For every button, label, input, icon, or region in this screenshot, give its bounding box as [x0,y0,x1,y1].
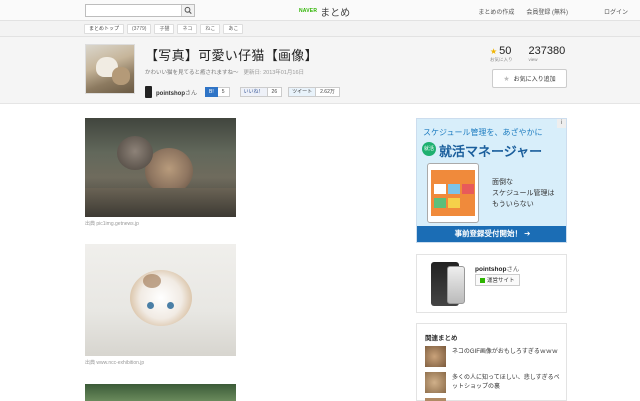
header-links: まとめの作成 会員登録 (無料) [478,7,568,16]
views-stat: 237380 view [529,45,566,63]
kitten-photo[interactable] [85,244,236,356]
breadcrumb-bar: まとめトップ (3779) 子猫 ネコ ねこ あこ [0,21,640,37]
favorites-stat: ★ 50 お気に入り [490,45,513,63]
star-icon: ★ [503,75,510,83]
article-header: 【写真】可愛い仔猫【画像】 かわいい猫を見てると癒されますね〜 更新日: 201… [0,37,640,104]
author-row: pointshopさん B! 5 いいね！ 26 ツイート 2.62万 [145,86,340,98]
tweet-share[interactable]: ツイート 2.62万 [288,87,340,97]
related-matome: 関連まとめ ネコのGIF画像がおもしろすぎるｗｗｗ 多くの人に知ってほしい、悲し… [416,323,567,401]
page-title: 【写真】可愛い仔猫【画像】 [145,48,318,63]
tweet-count: 2.62万 [316,87,340,97]
ad-logo-icon: 就活 [422,142,436,156]
ad-product-name: 就活マネージャー [439,144,543,159]
related-item[interactable]: 多くの人に知ってほしい、悲しすぎるペットショップの裏 [425,372,565,394]
search-box [85,4,195,17]
article-stats: ★ 50 お気に入り 237380 view [490,45,565,63]
related-item[interactable]: ネコのGIF画像がおもしろすぎるｗｗｗ [425,346,565,368]
tag-item[interactable]: ねこ [200,24,221,34]
add-favorite-button[interactable]: ★ お気に入り追加 [492,69,567,88]
logo-brand: NAVER [299,8,318,14]
article-thumbnail [85,44,135,94]
author-avatar[interactable] [145,86,152,98]
ad-banner[interactable]: i スケジュール管理を、あざやかに 就活 就活マネージャー 面倒な スケジュール… [416,118,567,243]
ad-headline: スケジュール管理を、あざやかに [423,128,543,137]
breadcrumb-home[interactable]: まとめトップ [84,24,125,34]
views-label: view [528,57,538,62]
login-link[interactable]: ログイン [604,7,628,16]
author-box-name[interactable]: pointshopさん [475,263,519,273]
search-button[interactable] [181,5,194,16]
image-caption: 出典 pic1img.getnews.jp [85,221,139,227]
info-icon[interactable]: i [557,119,566,128]
breadcrumb: まとめトップ (3779) 子猫 ネコ ねこ あこ [84,24,244,34]
hatena-bookmark-button[interactable]: B! [205,87,218,97]
hatena-share[interactable]: B! 5 [205,87,230,97]
tag-item[interactable]: 子猫 [154,24,175,34]
kitten-photo[interactable] [85,384,236,401]
tag-item[interactable]: ネコ [177,24,198,34]
article-meta: かわいい猫を見てると癒されますね〜 更新日: 2013年01月16日 [145,68,304,76]
tag-item[interactable]: あこ [223,24,244,34]
add-favorite-label: お気に入り追加 [513,77,556,83]
create-matome-link[interactable]: まとめの作成 [478,7,514,16]
kitten-photo[interactable] [85,118,236,217]
site-logo[interactable]: NAVER まとめ [299,5,351,19]
ad-cta-button[interactable]: 事前登録受付開始！ ➔ [417,226,566,242]
ad-body: 面倒な スケジュール管理は もういらない [492,179,555,208]
author-name[interactable]: pointshopさん [156,88,197,97]
favorites-count: 50 [499,45,512,57]
updated-date: 更新日: 2013年01月16日 [243,70,305,76]
global-header: NAVER まとめ まとめの作成 会員登録 (無料) ログイン [0,0,640,21]
register-link[interactable]: 会員登録 (無料) [526,7,568,16]
like-count: 26 [267,87,283,97]
like-button[interactable]: いいね！ [239,87,268,97]
search-icon [184,6,192,14]
star-icon: ★ [490,46,498,56]
hatena-count: 5 [217,87,230,97]
related-thumbnail [425,372,446,393]
logo-name: まとめ [320,7,351,19]
image-caption: 出典 www.ncc-exhibition.jp [85,360,145,366]
tag-count[interactable]: (3779) [127,24,152,34]
search-input[interactable] [86,5,182,16]
author-box: pointshopさん 運営サイト [416,254,567,313]
views-count: 237380 [528,45,566,57]
operated-site-button[interactable]: 運営サイト [475,274,520,286]
home-icon [480,277,485,283]
facebook-like[interactable]: いいね！ 26 [239,87,283,97]
favorites-label: お気に入り [490,57,513,62]
tablet-illustration [427,163,479,223]
article-description: かわいい猫を見てると癒されますね〜 [145,70,239,76]
tweet-button[interactable]: ツイート [288,87,317,97]
related-thumbnail [425,346,446,367]
related-heading: 関連まとめ [425,335,458,342]
